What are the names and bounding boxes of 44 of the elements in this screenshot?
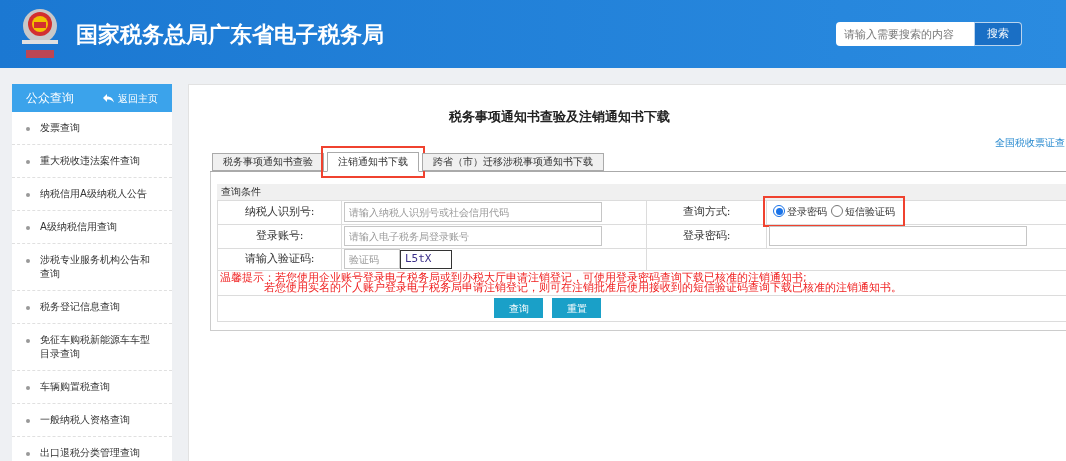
- sidebar-item[interactable]: 一般纳税人资格查询: [12, 404, 172, 437]
- notice-text: 若您使用实名的个人账户登录电子税务局申请注销登记，则可在注销批准后使用接收到的短信验证码查询下载已核准的注销通知书。: [264, 282, 903, 293]
- bullet-icon: [26, 160, 30, 164]
- sidebar-item[interactable]: 车辆购置税查询: [12, 371, 172, 404]
- bullet-icon: [26, 226, 30, 230]
- radio-option[interactable]: 登录密码: [773, 203, 827, 219]
- radio-option[interactable]: 短信验证码: [831, 203, 895, 219]
- bullet-icon: [26, 306, 30, 310]
- sidebar-item[interactable]: A级纳税信用查询: [12, 211, 172, 244]
- sidebar-item[interactable]: 税务登记信息查询: [12, 291, 172, 324]
- account-field[interactable]: 请输入电子税务局登录账号: [344, 226, 602, 246]
- field-label: 请输入验证码:: [217, 248, 342, 270]
- page-title: 税务事项通知书查验及注销通知书下载: [447, 108, 671, 126]
- password-field[interactable]: [769, 226, 1027, 246]
- bullet-icon: [26, 127, 30, 131]
- notice-text: 温馨提示：若您使用企业账号登录电子税务局或到办税大厅申请注销登记，可使用登录密码查询下载已核准的注销通知书;: [220, 272, 807, 283]
- bullet-icon: [26, 339, 30, 343]
- reply-arrow-icon: [103, 93, 114, 103]
- sidebar-item[interactable]: 出口退税分类管理查询: [12, 437, 172, 461]
- bullet-icon: [26, 452, 30, 456]
- tab[interactable]: 跨省（市）迁移涉税事项通知书下载: [422, 152, 604, 171]
- sidebar-item[interactable]: 纳税信用A级纳税人公告: [12, 178, 172, 211]
- field-label: 纳税人识别号:: [217, 200, 342, 224]
- tax-certificate-link[interactable]: 全国税收票证查: [995, 134, 1065, 150]
- field-label: 查询方式:: [646, 200, 767, 224]
- captcha-field[interactable]: 验证码: [344, 249, 400, 269]
- site-title: 国家税务总局广东省电子税务局: [76, 20, 384, 49]
- field-label: 登录账号:: [217, 224, 342, 248]
- sidebar-title: 公众查询: [26, 90, 74, 107]
- search-button[interactable]: 搜索: [974, 22, 1022, 46]
- tab[interactable]: 税务事项通知书查验: [212, 152, 324, 171]
- bullet-icon: [26, 386, 30, 390]
- section-header: 查询条件: [217, 183, 1066, 200]
- search-field[interactable]: 请输入需要搜索的内容: [836, 22, 974, 46]
- bullet-icon: [26, 259, 30, 263]
- field-label: 登录密码:: [646, 224, 767, 248]
- sidebar-item[interactable]: 发票查询: [12, 112, 172, 145]
- captcha-image[interactable]: L5tX: [400, 249, 452, 269]
- sidebar-item[interactable]: 重大税收违法案件查询: [12, 145, 172, 178]
- taxpayer-id-field[interactable]: 请输入纳税人识别号或社会信用代码: [344, 202, 602, 222]
- bullet-icon: [26, 193, 30, 197]
- sidebar-item[interactable]: 免征车购税新能源车车型目录查询: [12, 324, 172, 371]
- sidebar-item[interactable]: 涉税专业服务机构公告和查询: [12, 244, 172, 291]
- bullet-icon: [26, 419, 30, 423]
